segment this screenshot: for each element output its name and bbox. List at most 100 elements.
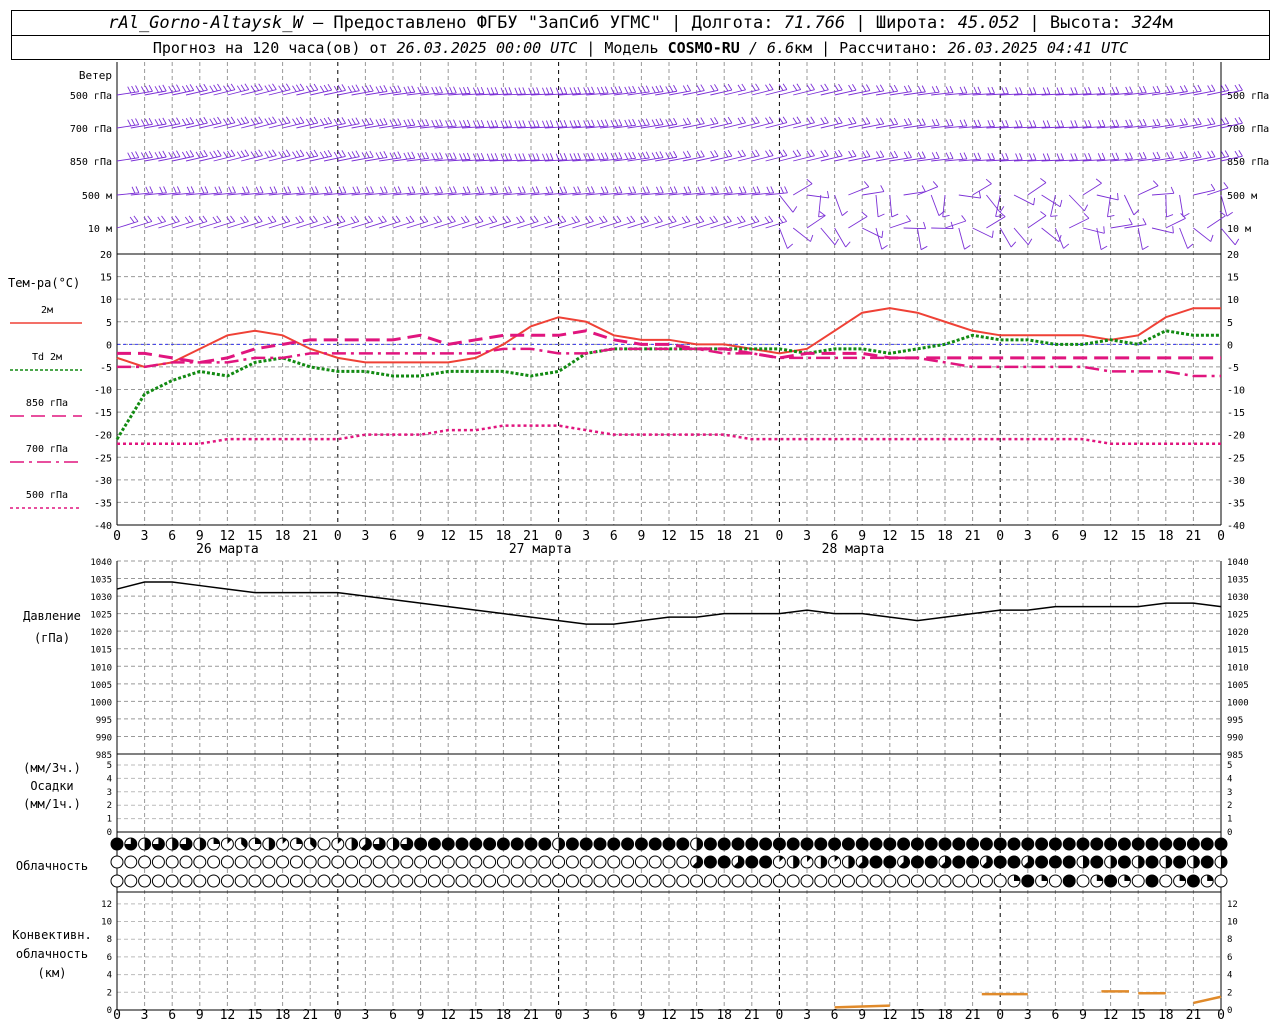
wind-barb-feather xyxy=(258,116,263,123)
y-tick-label: 15 xyxy=(100,273,112,284)
wind-barb-feather xyxy=(1084,120,1088,128)
wind-barb-feather xyxy=(587,86,591,94)
cloud-symbol xyxy=(276,855,290,869)
y-tick-label: 1005 xyxy=(1227,681,1249,691)
wind-barb-feather xyxy=(1224,84,1230,91)
wind-barb-feather xyxy=(504,87,509,95)
cloud-fill xyxy=(732,838,744,850)
wind-barb xyxy=(903,227,926,230)
wind-barb-feather xyxy=(686,150,692,158)
wind-barb-feather xyxy=(154,119,159,126)
temp-legend-label: 850 гПа xyxy=(26,398,68,409)
wind-barb-feather xyxy=(949,152,954,159)
wind-barb-feather xyxy=(1226,211,1233,217)
wind-barb-feather xyxy=(917,85,922,93)
wind-barb-feather xyxy=(411,85,416,93)
wind-barb-feather xyxy=(1060,87,1064,95)
wind-barb-feather xyxy=(542,153,546,161)
wind-barb-feather xyxy=(604,152,609,160)
wind-barb-feather xyxy=(431,153,436,160)
wind-barb-feather xyxy=(435,86,439,94)
wind-barb-feather xyxy=(880,185,885,192)
wind-barb-feather xyxy=(1033,197,1036,205)
wind-barb-feather xyxy=(337,151,343,158)
y-tick-label: 0 xyxy=(1227,340,1233,351)
wind-barb-feather xyxy=(547,215,553,222)
wind-barb-feather xyxy=(559,120,564,128)
wind-barb-feather xyxy=(1223,182,1229,189)
wind-barb-feather xyxy=(569,120,574,128)
cloud-symbol xyxy=(386,874,400,888)
wind-barb-feather xyxy=(651,152,656,160)
y-tick-label: 0 xyxy=(107,1006,112,1016)
wind-barb-feather xyxy=(1156,85,1161,93)
wind-barb-feather xyxy=(1005,152,1009,160)
wind-barb-feather xyxy=(195,118,201,126)
wind-barb-feather xyxy=(1187,243,1194,249)
wind-barb-feather xyxy=(545,120,550,128)
cloud-symbol xyxy=(455,874,469,888)
cloud-fill xyxy=(870,838,882,850)
wind-barb xyxy=(889,220,911,229)
wind-barb-feather xyxy=(341,84,346,91)
wind-barb-feather xyxy=(792,117,798,124)
wind-barb-feather xyxy=(380,186,384,194)
cloud-fill xyxy=(1096,875,1103,881)
wind-barb-feather xyxy=(1211,150,1216,158)
wind-barb-feather xyxy=(145,186,150,194)
x-tick-label: 21 xyxy=(302,1008,318,1023)
y-tick-label: 6 xyxy=(107,953,112,963)
wind-barb-feather xyxy=(641,86,646,93)
wind-barb-feather xyxy=(1019,87,1023,94)
x-tick-label: 18 xyxy=(1158,529,1174,544)
wind-barb-feather xyxy=(250,118,256,125)
precip-title: Осадки xyxy=(30,779,73,793)
cloud-symbol xyxy=(910,874,924,888)
wind-barb-feather xyxy=(1074,87,1078,94)
wind-barb-feather xyxy=(624,152,629,160)
wind-barb-feather xyxy=(1224,117,1230,124)
wind-barb-feather xyxy=(131,151,136,159)
wind-barb-feather xyxy=(1210,234,1214,242)
cloud-fill xyxy=(952,838,965,850)
wind-barb-feather xyxy=(710,84,715,92)
wind-barb-feather xyxy=(1097,153,1102,160)
wind-barb-feather xyxy=(223,85,228,92)
wind-barb-feather xyxy=(673,186,678,193)
x-tick-label: 15 xyxy=(247,1008,263,1023)
cloud-fill xyxy=(1090,838,1103,850)
wind-barb-feather xyxy=(699,215,705,222)
wind-barb-feather xyxy=(299,83,305,90)
wind-barb-feather xyxy=(393,151,398,159)
wind-barb xyxy=(1137,227,1143,250)
wind-barb-feather xyxy=(765,117,770,124)
y-tick-label: 0 xyxy=(1227,828,1232,838)
cloud-symbol xyxy=(234,874,248,888)
wind-barb-feather xyxy=(425,186,430,193)
wind-barb-feather xyxy=(393,118,398,126)
wind-barb-feather xyxy=(563,153,568,160)
wind-barb-feather xyxy=(545,153,550,161)
wind-barb-feather xyxy=(1115,152,1120,160)
wind-barb-feather xyxy=(341,117,346,124)
wind-barb-feather xyxy=(131,186,136,194)
wind-barb-feather xyxy=(158,85,163,92)
wind-barb-feather xyxy=(129,216,135,223)
wind-barb-feather xyxy=(378,216,383,223)
conv-title: Конвективн. xyxy=(12,928,91,942)
wind-barb-feather xyxy=(696,118,701,125)
wind-barb-feather xyxy=(931,86,936,93)
wind-barb-feather xyxy=(240,84,246,91)
day-label: 28 марта xyxy=(822,542,885,557)
wind-barb-feather xyxy=(264,118,270,125)
cloud-symbol xyxy=(607,874,621,888)
cloud-fill xyxy=(856,838,869,850)
cloud-symbol xyxy=(358,874,372,888)
wind-barb-feather xyxy=(651,86,656,94)
wind-barb-feather xyxy=(311,186,315,194)
cloud-symbol xyxy=(634,874,648,888)
x-tick-label: 15 xyxy=(1130,1008,1146,1023)
wind-barb-feather xyxy=(365,118,370,125)
wind-barb-feather xyxy=(351,151,356,158)
wind-barb-feather xyxy=(935,151,940,159)
